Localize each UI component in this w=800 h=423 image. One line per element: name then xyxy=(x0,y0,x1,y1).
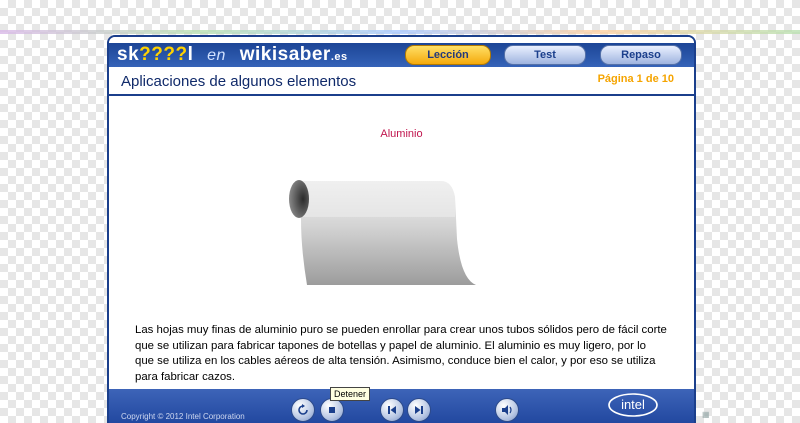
lesson-header: sk????l en wikisaber.es Lección Test Rep… xyxy=(109,37,694,97)
outside-watermark: ▦ xyxy=(702,410,710,419)
player-controls-bar: Copyright © 2012 Intel Corporation Deten… xyxy=(109,387,694,423)
previous-button[interactable] xyxy=(380,398,404,422)
svg-text:intel: intel xyxy=(621,397,645,412)
intel-logo: intel xyxy=(608,393,658,417)
speaker-icon xyxy=(502,405,512,415)
image-caption: Aluminio xyxy=(380,128,423,140)
stop-icon xyxy=(329,407,335,413)
copyright-text: Copyright © 2012 Intel Corporation xyxy=(121,412,245,421)
stop-button[interactable] xyxy=(320,398,344,422)
skool-wikisaber-logo: sk????l en wikisaber.es xyxy=(117,44,348,65)
header-divider xyxy=(109,94,694,96)
stop-tooltip: Detener xyxy=(330,387,371,401)
next-button[interactable] xyxy=(407,398,431,422)
tab-leccion[interactable]: Lección xyxy=(405,45,491,65)
lesson-window: sk????l en wikisaber.es Lección Test Rep… xyxy=(107,35,696,423)
lesson-paragraph: Las hojas muy finas de aluminio puro se … xyxy=(135,324,667,383)
tab-test[interactable]: Test xyxy=(504,45,586,65)
page-indicator: Página 1 de 10 xyxy=(597,73,674,85)
volume-button[interactable] xyxy=(495,398,519,422)
replay-icon xyxy=(298,404,308,415)
tab-repaso[interactable]: Repaso xyxy=(600,45,682,65)
lesson-title: Aplicaciones de algunos elementos xyxy=(121,73,357,90)
top-color-stripe xyxy=(0,30,800,34)
aluminium-roll-image xyxy=(289,180,476,285)
replay-button[interactable] xyxy=(291,398,315,422)
skip-back-icon xyxy=(388,406,396,414)
skip-forward-icon xyxy=(415,406,423,414)
